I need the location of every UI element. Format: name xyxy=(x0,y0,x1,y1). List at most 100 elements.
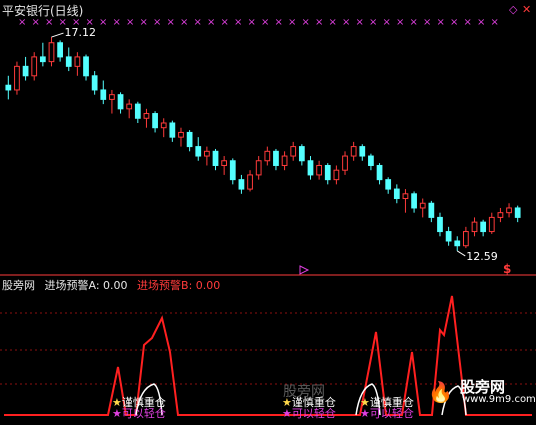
signal-cross: × xyxy=(329,17,337,28)
candle-body xyxy=(290,146,297,157)
watermark-center: 股旁网 xyxy=(283,384,325,400)
legend-magenta-3: ★可以轻仓 xyxy=(360,407,414,420)
candle-body xyxy=(57,42,63,58)
star-icon: ★ xyxy=(282,407,292,420)
signal-cross: × xyxy=(140,17,148,28)
indicator-header: 股旁网 进场预警A: 0.00 进场预警B: 0.00 xyxy=(2,277,226,293)
signal-cross: × xyxy=(410,17,418,28)
candle-body xyxy=(445,231,452,242)
signal-cross: × xyxy=(477,17,485,28)
signal-cross: × xyxy=(288,17,296,28)
candle-body xyxy=(428,202,435,218)
candle-body xyxy=(411,193,417,209)
candle-body xyxy=(298,146,305,162)
legend-magenta-1: ★可以轻仓 xyxy=(112,407,166,420)
legend-magenta-2: ★可以轻仓 xyxy=(282,407,336,420)
candle-body xyxy=(368,155,374,166)
signal-cross: × xyxy=(356,17,364,28)
signal-cross: × xyxy=(423,17,431,28)
candle-body xyxy=(350,146,357,157)
high-price-label: 17.12 xyxy=(64,26,96,39)
candle-body xyxy=(169,122,176,138)
candle-body xyxy=(195,146,202,157)
candle-body xyxy=(31,56,38,77)
candle-body xyxy=(178,131,184,138)
signal-cross: × xyxy=(275,17,283,28)
low-pointer xyxy=(456,250,466,257)
candle-body xyxy=(100,89,107,100)
candle-body xyxy=(454,240,461,247)
candle-body xyxy=(229,160,236,181)
candle-body xyxy=(281,155,288,166)
candle-body xyxy=(238,179,245,190)
candlestick-series xyxy=(5,37,521,251)
candle-body xyxy=(419,202,426,209)
dollar-marker: $ xyxy=(503,262,511,276)
candle-body xyxy=(342,155,348,171)
candle-body xyxy=(22,65,29,77)
signal-cross: × xyxy=(261,17,269,28)
flame-logo-icon: 🔥 xyxy=(428,380,453,404)
candle-body xyxy=(221,160,228,166)
candle-body xyxy=(152,113,158,129)
indicator-value-a: 进场预警A: 0.00 xyxy=(44,279,128,292)
signal-cross: × xyxy=(221,17,229,28)
candle-body xyxy=(393,188,400,200)
candle-body xyxy=(385,179,392,190)
low-price-label: 12.59 xyxy=(466,250,498,263)
candle-body xyxy=(83,56,89,77)
candle-body xyxy=(273,150,279,166)
signal-cross: × xyxy=(464,17,472,28)
signal-cross: × xyxy=(383,17,391,28)
diamond-icon[interactable]: ◇ xyxy=(509,4,517,15)
signal-cross: × xyxy=(180,17,188,28)
candle-body xyxy=(134,103,141,119)
candle-body xyxy=(324,164,331,181)
candle-body xyxy=(307,160,314,176)
signal-cross: × xyxy=(248,17,256,28)
indicator-name: 股旁网 xyxy=(2,279,35,292)
candle-body xyxy=(471,221,478,233)
close-icon[interactable]: ✕ xyxy=(522,4,531,15)
signal-cross: × xyxy=(194,17,202,28)
candle-body xyxy=(514,207,521,218)
signal-cross: × xyxy=(167,17,175,28)
chart-canvas[interactable]: × × × × × × × × × × × × × × × × × × × × × × × × × × × × × × × × × × × × 17.… xyxy=(0,0,536,421)
candle-body xyxy=(264,150,271,162)
candle-body xyxy=(506,207,512,214)
candle-body xyxy=(497,212,504,218)
candle-body xyxy=(65,56,72,67)
candle-body xyxy=(376,164,383,181)
signal-cross: × xyxy=(396,17,404,28)
candle-body xyxy=(463,231,469,247)
candle-body xyxy=(143,113,150,119)
candle-body xyxy=(5,84,12,91)
signal-cross: × xyxy=(302,17,310,28)
signal-cross: × xyxy=(126,17,134,28)
candle-body xyxy=(91,75,98,91)
candle-body xyxy=(126,103,133,110)
signal-cross: × xyxy=(369,17,377,28)
star-icon: ★ xyxy=(360,407,370,420)
candle-body xyxy=(333,169,340,181)
signal-cross: × xyxy=(153,17,161,28)
candle-body xyxy=(48,42,55,63)
signal-cross: × xyxy=(342,17,350,28)
candle-body xyxy=(488,216,495,233)
candle-body xyxy=(359,146,366,157)
candle-body xyxy=(39,56,46,63)
signal-cross: × xyxy=(450,17,458,28)
chart-title: 平安银行(日线) xyxy=(2,4,84,18)
candle-body xyxy=(186,131,193,148)
candle-body xyxy=(160,122,167,129)
candle-body xyxy=(74,56,81,67)
signal-cross: × xyxy=(437,17,445,28)
kline-window: × × × × × × × × × × × × × × × × × × × × × × × × × × × × × × × × × × × × 17.… xyxy=(0,0,536,421)
signal-cross: × xyxy=(207,17,215,28)
candle-body xyxy=(480,221,487,233)
signal-cross: × xyxy=(491,17,499,28)
candle-body xyxy=(204,150,210,157)
candle-body xyxy=(212,150,219,166)
high-pointer xyxy=(51,32,64,38)
signal-cross: × xyxy=(99,17,107,28)
